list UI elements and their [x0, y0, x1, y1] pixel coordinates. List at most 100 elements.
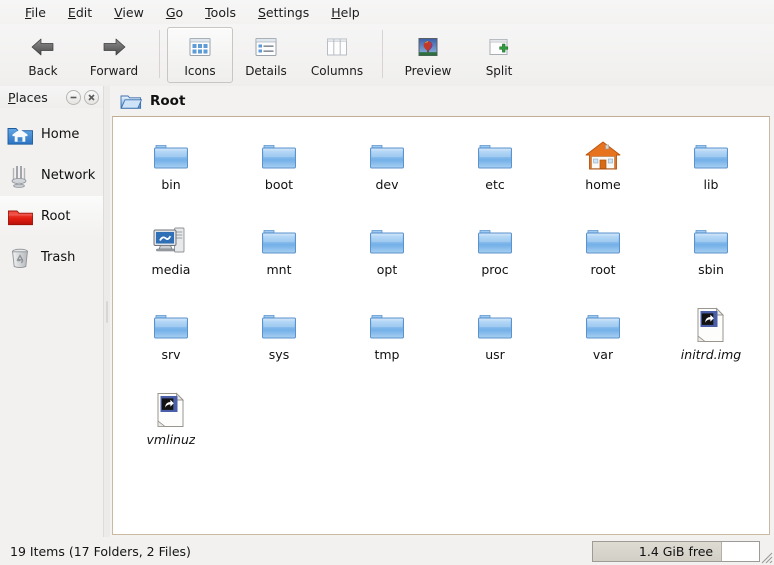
folder-icon — [692, 131, 730, 173]
minus-icon — [70, 96, 77, 98]
computer-media-icon — [153, 227, 185, 253]
sidebar-item-home[interactable]: Home — [0, 114, 103, 155]
icons-view-button[interactable]: Icons — [167, 27, 233, 83]
file-item-label: sbin — [698, 262, 724, 277]
arrow-left-icon — [30, 34, 56, 60]
file-item-label: home — [585, 177, 621, 192]
places-close-button[interactable] — [84, 89, 99, 105]
menu-tools[interactable]: Tools — [194, 2, 247, 23]
folder-icon — [154, 145, 188, 169]
folder-icon — [694, 145, 728, 169]
columns-view-button[interactable]: Columns — [299, 27, 375, 83]
breadcrumb[interactable]: Root — [112, 86, 770, 116]
sidebar-item-home-label: Home — [41, 127, 80, 142]
file-item-label: lib — [703, 177, 719, 192]
file-item[interactable]: tmp — [333, 297, 441, 362]
places-title-rest: laces — [15, 89, 48, 105]
sidebar-item-trash[interactable]: Trash — [0, 237, 103, 278]
folder-icon — [692, 216, 730, 258]
home-house-icon — [585, 141, 621, 170]
file-item[interactable]: sbin — [657, 212, 765, 277]
file-item[interactable]: proc — [441, 212, 549, 277]
window-body: Places Home Network Root Trash Root bin … — [0, 86, 774, 537]
file-item[interactable]: var — [549, 297, 657, 362]
file-item-label: opt — [376, 262, 398, 277]
file-item[interactable]: media — [117, 212, 225, 277]
menu-edit-rest: dit — [75, 4, 93, 20]
file-item-label: initrd.img — [680, 347, 742, 362]
toolbar-separator-2 — [382, 30, 383, 78]
file-item[interactable]: root — [549, 212, 657, 277]
home-house-icon — [583, 131, 623, 173]
file-item-label: etc — [485, 177, 505, 192]
menu-go-accel: G — [165, 4, 176, 20]
forward-button[interactable]: Forward — [76, 27, 152, 83]
menu-file[interactable]: File — [14, 2, 57, 23]
folder-icon — [584, 301, 622, 343]
file-item[interactable]: home — [549, 127, 657, 192]
symlink-file-icon — [697, 307, 725, 342]
file-item[interactable]: lib — [657, 127, 765, 192]
preview-button[interactable]: Preview — [390, 27, 466, 83]
menu-view-rest: iew — [122, 4, 144, 20]
file-item[interactable]: usr — [441, 297, 549, 362]
icons-view-icon — [189, 34, 211, 60]
menu-edit[interactable]: Edit — [57, 2, 103, 23]
status-item-count: 19 Items (17 Folders, 2 Files) — [10, 543, 191, 559]
menu-settings[interactable]: Settings — [247, 2, 320, 23]
file-item[interactable]: sys — [225, 297, 333, 362]
sidebar-item-network[interactable]: Network — [0, 155, 103, 196]
file-item-label: var — [592, 347, 614, 362]
resize-grip[interactable] — [759, 550, 773, 564]
sidebar-item-root[interactable]: Root — [0, 196, 103, 237]
toolbar: Back Forward Icons Details Columns Previ… — [0, 24, 774, 86]
file-item[interactable]: opt — [333, 212, 441, 277]
split-view-button-label: Split — [485, 64, 513, 78]
folder-icon — [260, 216, 298, 258]
folder-icon — [370, 230, 404, 254]
details-view-button[interactable]: Details — [233, 27, 299, 83]
places-sidebar: Places Home Network Root Trash — [0, 86, 104, 537]
file-item-label: dev — [375, 177, 399, 192]
folder-icon — [476, 301, 514, 343]
file-item[interactable]: boot — [225, 127, 333, 192]
folder-icon — [262, 315, 296, 339]
menu-help[interactable]: Help — [320, 2, 371, 23]
icon-grid: bin boot dev etc home lib media mnt opt … — [117, 127, 765, 447]
folder-icon — [368, 301, 406, 343]
file-item[interactable]: initrd.img — [657, 297, 765, 362]
file-item[interactable]: vmlinuz — [117, 382, 225, 447]
file-item[interactable]: bin — [117, 127, 225, 192]
file-list-area[interactable]: bin boot dev etc home lib media mnt opt … — [112, 116, 770, 535]
folder-icon — [260, 131, 298, 173]
menu-view[interactable]: View — [103, 2, 155, 23]
file-item-label: vmlinuz — [146, 432, 196, 447]
places-minimize-button[interactable] — [66, 89, 81, 105]
icons-view-button-label: Icons — [184, 64, 216, 78]
folder-icon — [368, 216, 406, 258]
menu-go[interactable]: Go — [155, 2, 194, 23]
file-item[interactable]: etc — [441, 127, 549, 192]
back-button[interactable]: Back — [10, 27, 76, 83]
home-folder-icon — [6, 121, 34, 149]
menubar: File Edit View Go Tools Settings Help — [0, 0, 774, 24]
menu-settings-accel: S — [257, 4, 266, 20]
free-space-bar: 1.4 GiB free — [592, 540, 760, 562]
file-item-label: usr — [485, 347, 505, 362]
file-item[interactable]: mnt — [225, 212, 333, 277]
places-list: Home Network Root Trash — [0, 108, 103, 278]
file-item[interactable]: srv — [117, 297, 225, 362]
folder-icon — [478, 230, 512, 254]
preview-button-label: Preview — [404, 64, 452, 78]
symlink-file-icon — [154, 386, 188, 428]
folder-icon — [262, 145, 296, 169]
file-item-label: boot — [264, 177, 294, 192]
back-button-label: Back — [28, 64, 58, 78]
sidebar-item-root-label: Root — [41, 209, 71, 224]
file-item[interactable]: dev — [333, 127, 441, 192]
file-item-label: tmp — [374, 347, 400, 362]
folder-icon — [478, 315, 512, 339]
breadcrumb-label: Root — [150, 93, 186, 109]
file-item-label: proc — [481, 262, 509, 277]
split-view-button[interactable]: Split — [466, 27, 532, 83]
